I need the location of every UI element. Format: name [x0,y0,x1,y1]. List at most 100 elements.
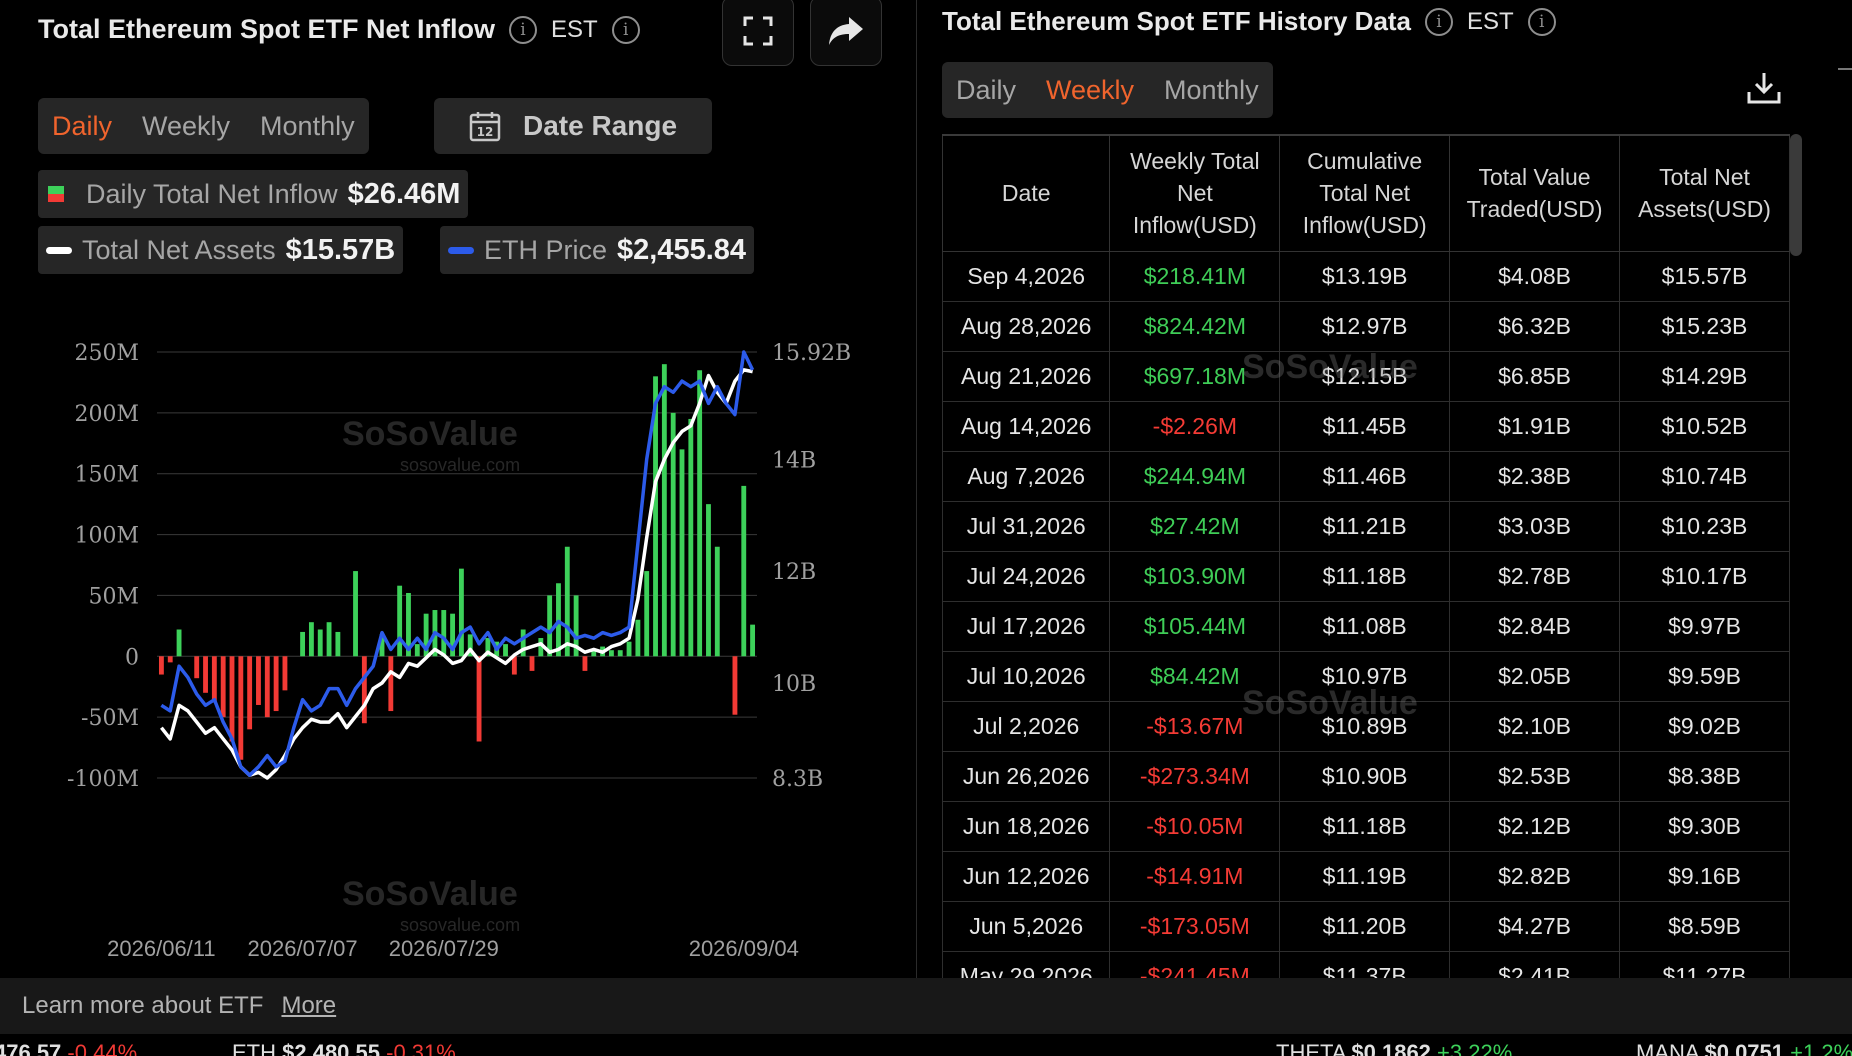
date-cell: Jul 24,2026 [942,550,1111,602]
inflow-bar [353,571,358,657]
ticker-item[interactable]: THETA $0.1862 +3.22% [1276,1040,1512,1056]
table-row[interactable]: Jun 26,2026 -$273.34M $10.90B $2.53B $8.38B [942,750,1790,802]
info-icon[interactable]: i [1527,7,1556,36]
date-cell: Aug 7,2026 [942,450,1111,502]
tab-monthly[interactable]: Monthly [260,111,355,142]
inflow-bar [335,631,341,657]
table-row[interactable]: Jul 24,2026 $103.90M $11.18B $2.78B $10.17B [942,550,1790,602]
tab-daily[interactable]: Daily [956,75,1016,106]
inflow-bar [211,656,217,703]
table-row[interactable]: May 29,2026 -$241.45M $11.37B $2.41B $11.27B [942,950,1790,978]
cumulative-inflow-cell: $11.18B [1279,800,1451,852]
inflow-bar [388,656,394,712]
right-axis-tick-label: 14B [772,448,816,473]
table-row[interactable]: Aug 28,2026 $824.42M $12.97B $6.32B $15.23B [942,300,1790,352]
cumulative-inflow-cell: $13.19B [1279,250,1451,302]
x-axis-tick-label: 2026/06/11 [107,936,215,961]
table-row[interactable]: Jun 18,2026 -$10.05M $11.18B $2.12B $9.30B [942,800,1790,852]
daily-net-inflow-label: Daily Total Net Inflow [86,178,338,209]
info-icon[interactable]: i [509,15,537,44]
tab-weekly[interactable]: Weekly [1046,75,1134,106]
net-assets-cell: $15.23B [1619,300,1790,352]
eth-price-value: $2,455.84 [617,233,747,266]
column-header-net-assets[interactable]: Total Net Assets(USD) [1619,134,1790,252]
edge-marker [1838,68,1852,70]
net-assets-cell: $15.57B [1619,250,1790,302]
y-axis-tick-label: 250M [74,341,139,366]
column-header-weekly-inflow[interactable]: Weekly Total Net Inflow(USD) [1109,134,1281,252]
eth-price-stat: ETH Price $2,455.84 [440,226,755,274]
inflow-bar [547,595,553,657]
inflow-bar [264,656,270,718]
y-axis-tick-label: 150M [74,463,139,488]
history-interval-tabs: Daily Weekly Monthly [942,62,1273,118]
panel-title: Total Ethereum Spot ETF Net Inflow [38,14,495,44]
net-assets-cell: $9.59B [1619,650,1790,702]
info-icon[interactable]: i [1425,7,1454,36]
date-cell: Jul 10,2026 [942,650,1111,702]
date-range-button[interactable]: 12 Date Range [434,98,712,154]
net-assets-cell: $10.74B [1619,450,1790,502]
cumulative-inflow-cell: $11.21B [1279,500,1451,552]
share-button[interactable] [810,0,882,66]
inflow-bar [308,622,314,657]
table-row[interactable]: Jun 5,2026 -$173.05M $11.20B $4.27B $8.59B [942,900,1790,952]
ticker-item[interactable]: MANA $0.0751 +1.2% [1636,1040,1852,1056]
inflow-bar [661,364,667,657]
cumulative-inflow-cell: $11.37B [1279,950,1451,978]
cumulative-inflow-cell: $11.45B [1279,400,1451,452]
inflow-bar [750,624,756,657]
y-axis-tick-label: 200M [74,402,139,427]
value-traded-cell: $2.78B [1449,550,1621,602]
table-row[interactable]: Aug 14,2026 -$2.26M $11.45B $1.91B $10.52B [942,400,1790,452]
table-row[interactable]: Jun 12,2026 -$14.91M $11.19B $2.82B $9.16B [942,850,1790,902]
date-cell: Jun 5,2026 [942,900,1111,952]
date-cell: Jul 17,2026 [942,600,1111,652]
panel-divider [916,0,917,978]
date-cell: May 29,2026 [942,950,1111,978]
tab-weekly[interactable]: Weekly [142,111,230,142]
column-header-value-traded[interactable]: Total Value Traded(USD) [1449,134,1621,252]
weekly-inflow-cell: $27.42M [1109,500,1281,552]
inflow-bar [220,656,226,718]
table-row[interactable]: Aug 7,2026 $244.94M $11.46B $2.38B $10.74B [942,450,1790,502]
table-row[interactable]: Jul 17,2026 $105.44M $11.08B $2.84B $9.97B [942,600,1790,652]
inflow-bar [635,619,641,657]
tab-daily[interactable]: Daily [52,111,112,142]
ticker-item[interactable]: ETH $2,480.55 -0.31% [232,1040,456,1056]
weekly-inflow-cell: -$173.05M [1109,900,1281,952]
net-assets-cell: $9.16B [1619,850,1790,902]
price-ticker: 476.57 -0.44% ETH $2,480.55 -0.31% THETA… [0,1034,1852,1056]
more-link[interactable]: More [281,992,336,1020]
net-assets-cell: $10.52B [1619,400,1790,452]
net-assets-cell: $9.97B [1619,600,1790,652]
date-cell: Sep 4,2026 [942,250,1111,302]
tab-monthly[interactable]: Monthly [1164,75,1259,106]
y-axis-tick-label: 50M [88,584,139,609]
column-header-date[interactable]: Date [942,134,1111,252]
table-scrollbar[interactable] [1790,134,1802,256]
date-cell: Aug 21,2026 [942,350,1111,402]
value-traded-cell: $2.10B [1449,700,1621,752]
column-header-cumulative-inflow[interactable]: Cumulative Total Net Inflow(USD) [1279,134,1451,252]
date-cell: Jun 26,2026 [942,750,1111,802]
history-panel-header: Total Ethereum Spot ETF History Data i E… [942,6,1556,37]
y-axis-tick-label: 100M [74,524,139,549]
info-icon[interactable]: i [611,15,640,44]
value-traded-cell: $2.82B [1449,850,1621,902]
ticker-item[interactable]: 476.57 -0.44% [0,1040,137,1056]
value-traded-cell: $1.91B [1449,400,1621,452]
date-cell: Jun 18,2026 [942,800,1111,852]
net-inflow-chart: 250M 200M 150M 100M 50M 0 -50M -100M 15.92B 14B 12… [67,341,851,961]
timezone-label: EST [551,15,598,43]
fullscreen-button[interactable] [722,0,794,66]
weekly-inflow-cell: $218.41M [1109,250,1281,302]
download-button[interactable] [1746,70,1782,111]
table-row[interactable]: Sep 4,2026 $218.41M $13.19B $4.08B $15.57B [942,250,1790,302]
weekly-inflow-cell: -$273.34M [1109,750,1281,802]
table-row[interactable]: Jul 31,2026 $27.42M $11.21B $3.03B $10.23B [942,500,1790,552]
inflow-bar [732,656,738,715]
inflow-bar [167,656,173,663]
share-icon [829,17,863,45]
inflow-bar [317,629,323,657]
